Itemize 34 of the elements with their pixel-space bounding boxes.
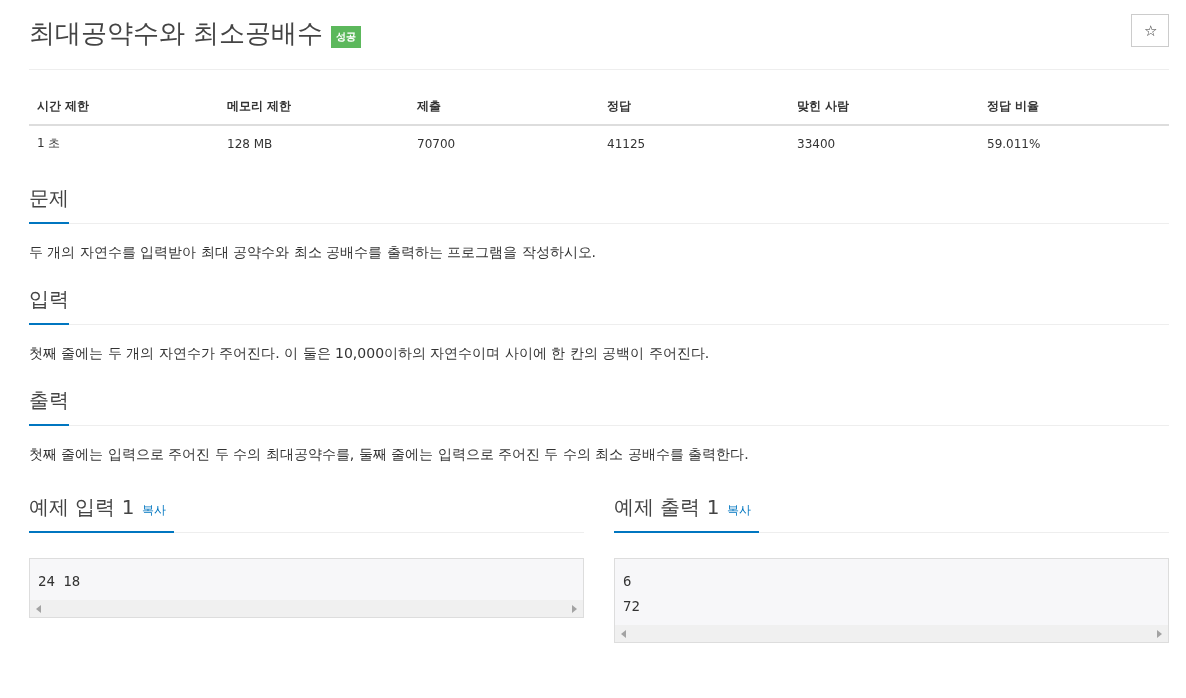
section-text: 첫째 줄에는 입력으로 주어진 두 수의 최대공약수를, 둘째 줄에는 입력으로 주어진 두 수의 최소 공배수를 출력한다. — [29, 446, 750, 464]
table-cell: 1 초 — [29, 125, 219, 161]
sample-heading: 예제 출력 1 — [614, 494, 720, 521]
column-header: 정답 비율 — [979, 90, 1169, 125]
column-header: 정답 — [599, 90, 789, 125]
section-heading: 입력 — [29, 278, 69, 325]
column-header: 맞힌 사람 — [789, 90, 979, 125]
section-heading: 문제 — [29, 177, 69, 224]
code-line: 24 18 — [38, 572, 82, 591]
scroll-right-icon[interactable] — [1157, 629, 1162, 638]
column-header: 시간 제한 — [29, 90, 219, 125]
status-badge: 성공 — [331, 25, 362, 48]
table-cell: 33400 — [789, 125, 979, 161]
table-cell: 59.011% — [979, 125, 1169, 161]
sample-heading: 예제 입력 1 — [29, 494, 135, 521]
scroll-left-icon[interactable] — [36, 604, 41, 613]
section-text: 두 개의 자연수를 입력받아 최대 공약수와 최소 공배수를 출력하는 프로그램을 작성하시오. — [29, 244, 597, 262]
section-heading: 출력 — [29, 379, 69, 426]
horizontal-scrollbar[interactable] — [30, 600, 583, 617]
horizontal-scrollbar[interactable] — [615, 625, 1168, 642]
section-text: 첫째 줄에는 두 개의 자연수가 주어진다. 이 둘은 10,000이하의 자연수이며 사이에 한 칸의 공백이 주어진다. — [29, 345, 711, 363]
scroll-right-icon[interactable] — [572, 604, 577, 613]
scroll-left-icon[interactable] — [621, 629, 626, 638]
problem-title: 최대공약수와 최소공배수 — [29, 17, 324, 50]
copy-link[interactable]: 복사 — [727, 502, 752, 519]
code-line: 72 — [623, 597, 641, 616]
star-button[interactable]: ☆ — [1131, 14, 1169, 47]
copy-link[interactable]: 복사 — [142, 502, 167, 519]
table-cell: 41125 — [599, 125, 789, 161]
code-line: 6 — [623, 572, 633, 591]
column-header: 제출 — [409, 90, 599, 125]
table-cell: 70700 — [409, 125, 599, 161]
column-header: 메모리 제한 — [219, 90, 409, 125]
table-cell: 128 MB — [219, 125, 409, 161]
